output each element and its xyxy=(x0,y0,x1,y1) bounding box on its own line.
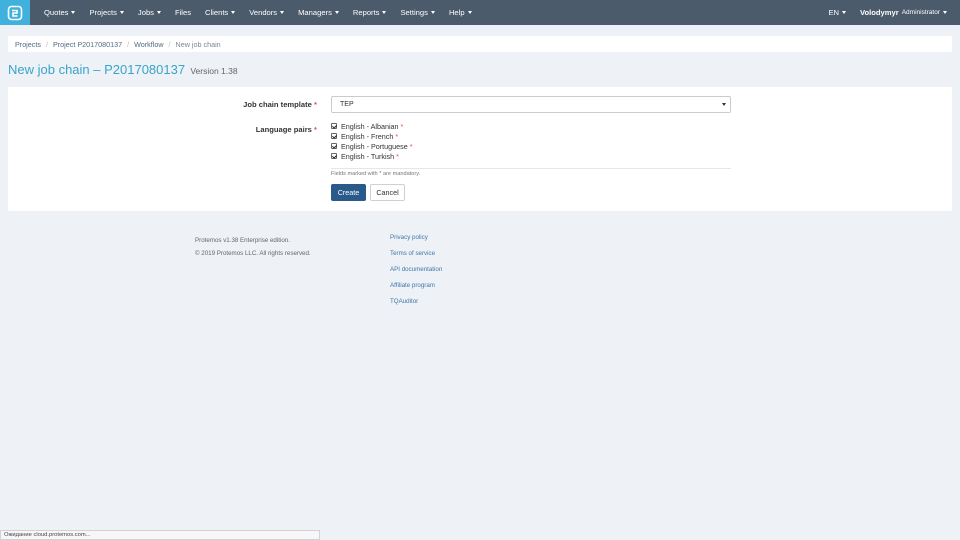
chevron-down-icon xyxy=(722,103,726,106)
required-mark: * xyxy=(314,125,317,134)
nav-projects[interactable]: Projects xyxy=(82,0,130,25)
footer-link-terms-of-service[interactable]: Terms of service xyxy=(390,248,442,264)
footer-link-tqauditor[interactable]: TQAuditor xyxy=(390,296,442,312)
language-pair-item[interactable]: English - Albanian * xyxy=(331,121,413,131)
browser-status-bar: Ожидание cloud.protemos.com... xyxy=(0,530,320,540)
caret-down-icon xyxy=(231,11,236,14)
language-pair-item[interactable]: English - French * xyxy=(331,131,413,141)
language-switcher[interactable]: EN xyxy=(821,0,853,25)
footer-edition: Protemos v1.38 Enterprise edition. xyxy=(195,237,290,244)
job-chain-template-label: Job chain template * xyxy=(243,100,317,109)
nav-jobs[interactable]: Jobs xyxy=(131,0,168,25)
user-name: Volodymyr xyxy=(860,8,899,17)
breadcrumb-separator: / xyxy=(45,39,48,49)
caret-down-icon xyxy=(467,11,472,14)
caret-down-icon xyxy=(334,11,339,14)
create-button[interactable]: Create xyxy=(331,184,366,201)
footer-info: Protemos v1.38 Enterprise edition. © 201… xyxy=(195,234,311,260)
job-chain-template-select[interactable]: TEP xyxy=(331,96,731,113)
footer-links: Privacy policy Terms of service API docu… xyxy=(390,232,442,312)
language-pairs-label: Language pairs * xyxy=(255,125,317,134)
breadcrumb: Projects / Project P2017080137 / Workflo… xyxy=(8,36,952,52)
nav-files[interactable]: Files xyxy=(168,0,198,25)
footer-link-privacy-policy[interactable]: Privacy policy xyxy=(390,232,442,248)
top-navbar: Quotes Projects Jobs Files Clients Vendo… xyxy=(0,0,960,25)
status-text: Ожидание cloud.protemos.com... xyxy=(4,532,91,538)
language-pair-item[interactable]: English - Portuguese * xyxy=(331,141,413,151)
caret-down-icon xyxy=(119,11,124,14)
nav-vendors[interactable]: Vendors xyxy=(242,0,291,25)
navbar-right: EN Volodymyr Administrator xyxy=(821,0,960,25)
breadcrumb-workflow[interactable]: Workflow xyxy=(134,40,163,49)
caret-down-icon xyxy=(430,11,435,14)
nav-quotes[interactable]: Quotes xyxy=(37,0,82,25)
caret-down-icon xyxy=(71,11,76,14)
footer-link-affiliate-program[interactable]: Affiliate program xyxy=(390,280,442,296)
job-chain-template-value: TEP xyxy=(340,101,354,108)
breadcrumb-separator: / xyxy=(168,39,171,49)
user-role: Administrator xyxy=(901,9,940,16)
language-pairs-list: English - Albanian * English - French * … xyxy=(331,121,413,161)
main-menu: Quotes Projects Jobs Files Clients Vendo… xyxy=(37,0,479,25)
version-label: Version 1.38 xyxy=(190,66,238,76)
protemos-logo-icon[interactable] xyxy=(0,0,30,25)
user-menu[interactable]: Volodymyr Administrator xyxy=(853,0,954,25)
footer-copyright: © 2019 Protemos LLC. All rights reserved… xyxy=(195,250,311,257)
breadcrumb-projects[interactable]: Projects xyxy=(15,40,41,49)
mandatory-note: Fields marked with * are mandatory. xyxy=(331,171,421,177)
page-title: New job chain – P2017080137 Version 1.38 xyxy=(8,62,238,77)
nav-managers[interactable]: Managers xyxy=(291,0,346,25)
caret-down-icon xyxy=(943,11,947,14)
caret-down-icon xyxy=(842,11,847,14)
job-chain-form: Job chain template * TEP Language pairs … xyxy=(8,87,952,211)
breadcrumb-project[interactable]: Project P2017080137 xyxy=(53,40,122,49)
nav-reports[interactable]: Reports xyxy=(346,0,394,25)
required-mark: * xyxy=(314,100,317,109)
checkbox-checked-icon[interactable] xyxy=(331,123,337,129)
form-divider xyxy=(331,168,731,169)
caret-down-icon xyxy=(382,11,387,14)
nav-clients[interactable]: Clients xyxy=(198,0,242,25)
caret-down-icon xyxy=(280,11,285,14)
checkbox-checked-icon[interactable] xyxy=(331,153,337,159)
language-pair-item[interactable]: English - Turkish * xyxy=(331,151,413,161)
checkbox-checked-icon[interactable] xyxy=(331,133,337,139)
cancel-button[interactable]: Cancel xyxy=(370,184,405,201)
checkbox-checked-icon[interactable] xyxy=(331,143,337,149)
page-title-text: New job chain – P2017080137 xyxy=(8,62,186,77)
caret-down-icon xyxy=(156,11,161,14)
breadcrumb-separator: / xyxy=(127,39,130,49)
footer-link-api-documentation[interactable]: API documentation xyxy=(390,264,442,280)
breadcrumb-current: New job chain xyxy=(175,39,221,49)
nav-help[interactable]: Help xyxy=(442,0,479,25)
nav-settings[interactable]: Settings xyxy=(393,0,441,25)
